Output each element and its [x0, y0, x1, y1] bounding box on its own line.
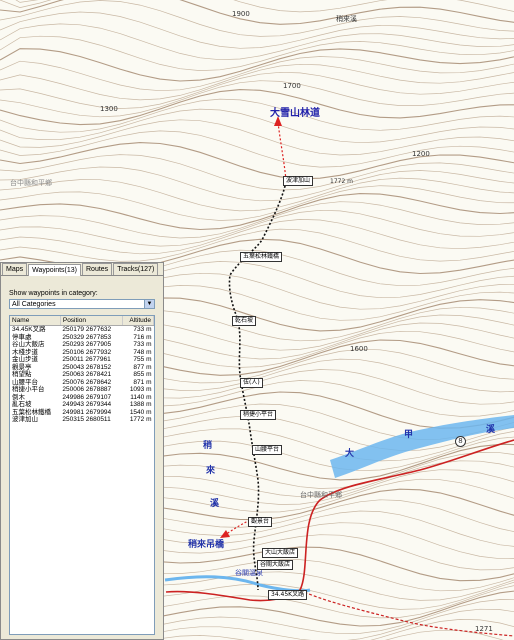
contour-label: 1271 [475, 625, 493, 633]
contour-label: 1900 [232, 10, 250, 18]
waypoint-label[interactable]: 波津加山 [283, 176, 314, 186]
waypoint-list[interactable]: Name Position Altitude 34.45K叉路 250179 26… [9, 315, 155, 635]
tab-waypoints[interactable]: Waypoints(13) [28, 264, 81, 276]
place-label: 台中縣和平鄉 [300, 491, 342, 499]
table-row[interactable]: 34.45K叉路 250179 2677632 733 m [10, 326, 154, 334]
waypoint-altitude: 733 m [133, 326, 152, 333]
waypoint-label[interactable]: 大山大飯店 [262, 548, 299, 558]
category-value: All Categories [12, 300, 56, 308]
table-row[interactable]: 停車處 250329 2677853 716 m [10, 334, 154, 342]
waypoint-name: 稍捷小平台 [12, 386, 45, 393]
table-row[interactable]: 谷山大飯店 250293 2677905 733 m [10, 341, 154, 349]
altitude-tag: 1772 m [330, 178, 354, 185]
contour-label: 1700 [283, 82, 301, 90]
tab-routes[interactable]: Routes [82, 263, 113, 275]
waypoint-position: 250043 2678152 [62, 363, 112, 371]
river-label: 溪 [486, 425, 496, 435]
table-row[interactable]: 木棧步道 250106 2677932 748 m [10, 349, 154, 357]
bridge-label: 稍來吊橋 [188, 540, 225, 550]
category-label: Show waypoints in category: [9, 290, 98, 297]
column-header-name[interactable]: Name [10, 316, 61, 326]
waypoint-label[interactable]: 五葉松林鐵橋 [240, 252, 283, 262]
waypoint-altitude: 1093 m [129, 386, 152, 393]
tab-maps[interactable]: Maps [2, 263, 28, 275]
table-row[interactable]: 金山步道 250011 2677961 755 m [10, 356, 154, 364]
waypoint-label[interactable]: 乾石坡 [232, 316, 257, 326]
category-select[interactable]: All Categories ▼ [9, 299, 155, 309]
river-label: 甲 [404, 430, 414, 440]
waypoint-position: 250106 2677932 [62, 348, 112, 356]
stream-label: 稍 [203, 441, 213, 451]
place-label: 台中縣和平鄉 [10, 179, 52, 187]
waypoint-position: 250293 2677905 [62, 341, 112, 348]
table-row[interactable]: 稍捷小平台 250006 2678887 1093 m [10, 386, 154, 394]
waypoint-name: 谷山大飯店 [12, 341, 45, 348]
waypoint-label[interactable]: 谷關大飯店 [257, 560, 294, 570]
stream-label: 來 [206, 466, 216, 476]
forest-road-label: 大雪山林道 [270, 108, 320, 119]
waypoint-name: 亂石坡 [12, 401, 32, 408]
table-row[interactable]: 波津加山 250315 2680511 1772 m [10, 416, 154, 424]
waypoint-altitude: 755 m [133, 356, 152, 363]
waypoint-altitude: 716 m [133, 333, 152, 341]
waypoint-altitude: 855 m [133, 371, 152, 378]
road-marker: 8 [455, 436, 466, 447]
waypoint-position: 250011 2677961 [62, 356, 111, 363]
table-row[interactable]: 觀景亭 250043 2678152 877 m [10, 364, 154, 372]
waypoint-position: 250315 2680511 [62, 416, 111, 423]
waypoint-position: 250063 2678421 [62, 371, 112, 378]
waypoint-label[interactable]: 34.45K叉路 [268, 590, 308, 600]
table-row[interactable]: 稍望點 250063 2678421 855 m [10, 371, 154, 379]
contour-label: 1200 [412, 150, 430, 158]
stream-label: 溪 [210, 499, 220, 509]
waypoint-label[interactable]: 觀景台 [248, 517, 273, 527]
waypoint-name: 波津加山 [12, 416, 38, 423]
waypoint-altitude: 1772 m [129, 416, 152, 423]
waypoint-position: 250329 2677853 [62, 333, 112, 341]
waypoint-altitude: 733 m [133, 341, 152, 348]
waypoint-name: 五葉松林鐵橋 [12, 408, 51, 416]
column-header-position[interactable]: Position [60, 316, 123, 326]
waypoint-position: 250006 2678887 [62, 386, 112, 393]
waypoint-position: 249943 2679344 [62, 401, 112, 408]
river-label: 大 [345, 449, 355, 459]
table-row[interactable]: 五葉松林鐵橋 249981 2679994 1540 m [10, 409, 154, 417]
waypoint-name: 觀景亭 [12, 363, 32, 371]
tab-tracks[interactable]: Tracks(127) [113, 263, 159, 275]
waypoint-position: 249981 2679994 [62, 408, 112, 416]
table-row[interactable]: 倒木 249986 2679107 1140 m [10, 394, 154, 402]
waypoint-panel: Maps Waypoints(13) Routes Tracks(127) Sh… [0, 262, 164, 640]
waypoint-name: 倒木 [12, 393, 25, 401]
waypoint-name: 停車處 [12, 333, 32, 341]
waypoint-position: 249986 2679107 [62, 393, 112, 401]
waypoint-altitude: 1388 m [129, 401, 152, 408]
waypoint-altitude: 877 m [133, 363, 152, 371]
place-label: 稍來溪 [336, 15, 357, 23]
waypoint-position: 250179 2677632 [62, 326, 112, 333]
contour-label: 1300 [100, 105, 118, 113]
waypoint-name: 金山步道 [12, 356, 38, 363]
waypoint-name: 34.45K叉路 [12, 326, 46, 333]
waypoint-altitude: 871 m [133, 378, 152, 386]
waypoint-altitude: 1540 m [129, 408, 152, 416]
waypoint-name: 稍望點 [12, 371, 32, 378]
waypoint-label[interactable]: 伍(人) [240, 378, 263, 388]
waypoint-altitude: 1140 m [130, 393, 152, 401]
chevron-down-icon[interactable]: ▼ [144, 300, 154, 308]
panel-tabs: Maps Waypoints(13) Routes Tracks(127) [1, 263, 163, 276]
contour-label: 1600 [350, 345, 368, 353]
table-row[interactable]: 山腰平台 250076 2678642 871 m [10, 379, 154, 387]
column-header-altitude[interactable]: Altitude [122, 316, 154, 326]
waypoint-label[interactable]: 稍捷小平台 [240, 410, 277, 420]
waypoint-name: 木棧步道 [12, 348, 38, 356]
waypoint-label[interactable]: 山腰平台 [252, 445, 283, 455]
table-row[interactable]: 亂石坡 249943 2679344 1388 m [10, 401, 154, 409]
waypoint-altitude: 748 m [133, 348, 152, 356]
waypoint-name: 山腰平台 [12, 378, 38, 386]
waypoint-position: 250076 2678642 [62, 378, 112, 386]
